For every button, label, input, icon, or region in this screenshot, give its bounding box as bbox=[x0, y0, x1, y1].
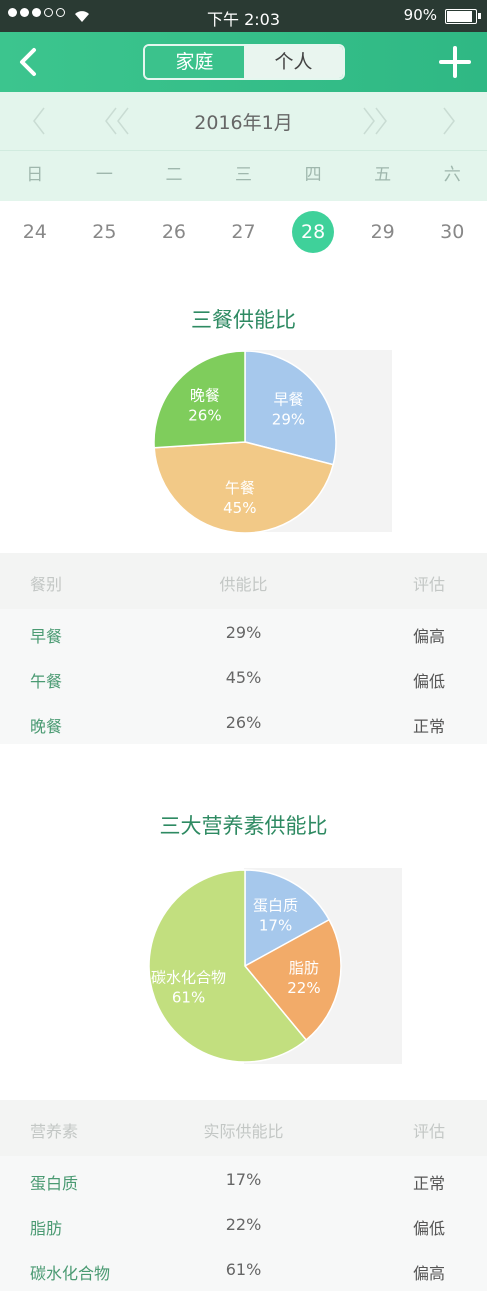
date-cell[interactable]: 24 bbox=[0, 201, 70, 263]
meal-table-header: 餐别 供能比 评估 bbox=[0, 553, 487, 609]
weekday-row: 日 一 二 三 四 五 六 bbox=[0, 150, 487, 201]
nutrient-pie-svg: 蛋白质 17% 脂肪 22% 碳水化合物 61% bbox=[148, 869, 342, 1063]
calendar-header: 2016年1月 日 一 二 三 四 五 六 bbox=[0, 92, 487, 201]
nutrient-slice-value: 17% bbox=[259, 916, 292, 934]
weekday-label: 一 bbox=[95, 165, 113, 185]
meal-slice-value: 45% bbox=[223, 499, 256, 517]
meal-eval: 偏低 bbox=[412, 672, 445, 691]
tab-family[interactable]: 家庭 bbox=[145, 46, 244, 78]
nutrient-eval: 正常 bbox=[412, 1174, 445, 1193]
table-row: 午餐 45% 偏低 bbox=[0, 654, 487, 699]
table-row: 晚餐 26% 正常 bbox=[0, 699, 487, 744]
table-row: 碳水化合物 61% 偏高 bbox=[0, 1246, 487, 1291]
nav-bar: 家庭 个人 bbox=[0, 32, 487, 92]
weekday-label: 二 bbox=[165, 165, 183, 185]
nutrient-table-header: 营养素 实际供能比 评估 bbox=[0, 1100, 487, 1156]
battery-percent: 90% bbox=[403, 6, 437, 24]
date-cell[interactable]: 25 bbox=[70, 201, 140, 263]
meal-slice-label: 午餐 bbox=[225, 479, 255, 497]
column-header: 评估 bbox=[412, 575, 445, 594]
meal-eval: 偏高 bbox=[412, 627, 445, 646]
nutrient-eval: 偏高 bbox=[412, 1264, 445, 1283]
column-header: 评估 bbox=[412, 1122, 445, 1141]
meal-slice-value: 29% bbox=[272, 410, 305, 428]
meal-section-title: 三餐供能比 bbox=[191, 308, 296, 332]
meal-slice-label: 早餐 bbox=[273, 390, 303, 408]
nutrient-table: 营养素 实际供能比 评估 蛋白质 17% 正常 脂肪 22% 偏低 碳水化合物 … bbox=[0, 1100, 487, 1291]
meal-pie-chart: 早餐 29% 午餐 45% 晚餐 26% bbox=[150, 348, 392, 534]
nutrient-pie-chart: 蛋白质 17% 脂肪 22% 碳水化合物 61% bbox=[146, 866, 402, 1066]
date-cell[interactable]: 30 bbox=[417, 201, 487, 263]
nutrient-slice-label: 脂肪 bbox=[289, 959, 319, 977]
nutrient-slice-value: 22% bbox=[287, 979, 320, 997]
table-row: 脂肪 22% 偏低 bbox=[0, 1201, 487, 1246]
meal-pie-svg: 早餐 29% 午餐 45% 晚餐 26% bbox=[153, 350, 337, 534]
status-bar: 下午 2:03 90% bbox=[0, 0, 487, 32]
back-arrow-icon bbox=[20, 48, 36, 76]
nutrient-slice-label: 蛋白质 bbox=[253, 896, 298, 914]
plus-icon bbox=[439, 46, 471, 78]
tab-personal[interactable]: 个人 bbox=[244, 46, 343, 78]
nutrient-eval: 偏低 bbox=[412, 1219, 445, 1238]
table-row: 蛋白质 17% 正常 bbox=[0, 1156, 487, 1201]
weekday-label: 五 bbox=[374, 165, 392, 185]
date-cell[interactable]: 26 bbox=[139, 201, 209, 263]
back-button[interactable] bbox=[12, 44, 52, 80]
meal-table: 餐别 供能比 评估 早餐 29% 偏高 午餐 45% 偏低 晚餐 26% 正常 bbox=[0, 553, 487, 744]
table-row: 早餐 29% 偏高 bbox=[0, 609, 487, 654]
weekday-label: 六 bbox=[443, 165, 461, 185]
next-year-button[interactable] bbox=[354, 104, 394, 138]
weekday-label: 日 bbox=[26, 165, 44, 185]
date-cell[interactable]: 27 bbox=[209, 201, 279, 263]
nutrient-slice-label: 碳水化合物 bbox=[151, 968, 226, 986]
meal-slice-label: 晚餐 bbox=[190, 386, 220, 404]
meal-slice-value: 26% bbox=[188, 406, 221, 424]
double-chevron-right-icon bbox=[363, 107, 387, 135]
chevron-right-icon bbox=[443, 107, 455, 135]
meal-eval: 正常 bbox=[412, 717, 445, 736]
date-cell-selected[interactable]: 28 bbox=[278, 201, 348, 263]
weekday-label: 四 bbox=[304, 165, 322, 185]
battery-icon bbox=[445, 9, 481, 24]
add-button[interactable] bbox=[437, 44, 473, 80]
nutrient-slice-value: 61% bbox=[172, 988, 205, 1006]
family-personal-switch: 家庭 个人 bbox=[143, 44, 345, 80]
nutrient-section-title: 三大营养素供能比 bbox=[159, 814, 328, 838]
date-row: 24 25 26 27 28 29 30 bbox=[0, 201, 487, 263]
date-cell[interactable]: 29 bbox=[348, 201, 418, 263]
next-month-button[interactable] bbox=[432, 104, 466, 138]
calendar-month-title: 2016年1月 bbox=[194, 112, 293, 134]
weekday-label: 三 bbox=[235, 165, 253, 185]
